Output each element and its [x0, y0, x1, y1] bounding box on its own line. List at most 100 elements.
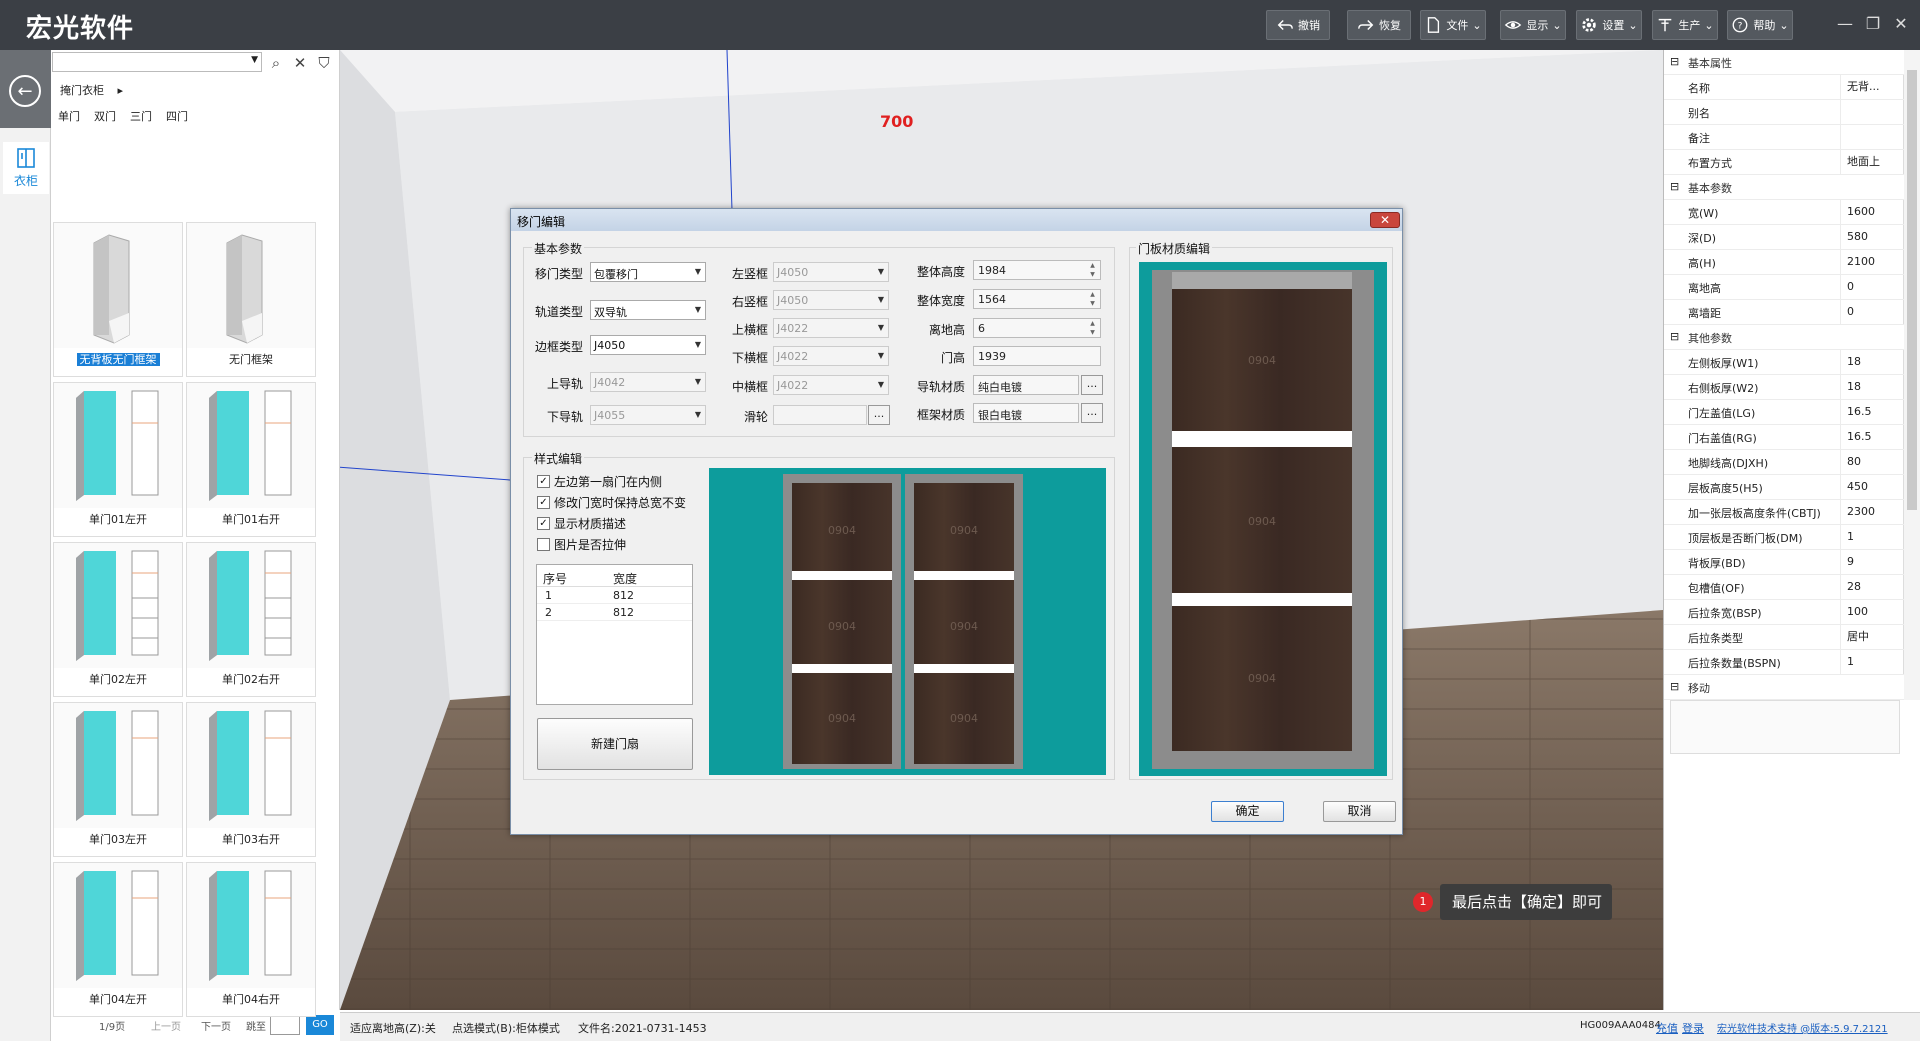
property-value[interactable]: 居中	[1840, 625, 1904, 649]
status-select-mode[interactable]: 点选模式(B):柜体模式	[452, 1020, 560, 1036]
property-value[interactable]: 2300	[1840, 500, 1904, 524]
go-button[interactable]: GO	[306, 1015, 334, 1035]
property-row[interactable]: 地脚线高(DJXH) 80	[1664, 450, 1904, 475]
tab-triple-door[interactable]: 三门	[130, 108, 152, 124]
spin-up-icon[interactable]: ▲	[1087, 320, 1098, 328]
property-row[interactable]: 左侧板厚(W1) 18	[1664, 350, 1904, 375]
product-card[interactable]: 单门01左开	[53, 382, 183, 537]
field-combo[interactable]: J4050 ▼	[773, 262, 889, 282]
scrollbar-thumb[interactable]	[1907, 70, 1917, 510]
property-value[interactable]: 地面上	[1840, 150, 1904, 174]
undo-button[interactable]: 撤销	[1266, 10, 1330, 40]
help-menu-button[interactable]: ? 帮助 ⌄	[1727, 10, 1793, 40]
pulley-field[interactable]	[773, 405, 867, 425]
field-spinner[interactable]: 6 ▲ ▼	[973, 318, 1101, 338]
property-value[interactable]: 18	[1840, 375, 1904, 399]
minimize-button[interactable]: —	[1830, 10, 1860, 36]
spin-down-icon[interactable]: ▼	[1087, 329, 1098, 337]
spin-up-icon[interactable]: ▲	[1087, 291, 1098, 299]
property-value[interactable]: 1600	[1840, 200, 1904, 224]
status-height-mode[interactable]: 适应离地高(Z):关	[350, 1020, 436, 1036]
property-value[interactable]: 580	[1840, 225, 1904, 249]
product-card[interactable]: 单门03左开	[53, 702, 183, 857]
field-spinner[interactable]: 1564 ▲ ▼	[973, 289, 1101, 309]
property-value[interactable]: 2100	[1840, 250, 1904, 274]
property-group[interactable]: ⊟ 其他参数	[1664, 325, 1904, 350]
property-value[interactable]: 100	[1840, 600, 1904, 624]
support-link[interactable]: 宏光软件技术支持 @版本:5.9.7.2121	[1717, 1020, 1888, 1035]
property-row[interactable]: 层板高度5(H5) 450	[1664, 475, 1904, 500]
file-menu-button[interactable]: 文件 ⌄	[1420, 10, 1486, 40]
display-menu-button[interactable]: 显示 ⌄	[1500, 10, 1566, 40]
property-row[interactable]: 背板厚(BD) 9	[1664, 550, 1904, 575]
checkbox-box[interactable]: ✓	[537, 517, 550, 530]
style-checkbox[interactable]: ✓ 显示材质描述	[537, 515, 626, 532]
maximize-button[interactable]: ❐	[1858, 10, 1888, 36]
clear-icon[interactable]: ✕	[290, 53, 310, 73]
dialog-close-button[interactable]: ✕	[1370, 212, 1400, 228]
property-row[interactable]: 包槽值(OF) 28	[1664, 575, 1904, 600]
property-value[interactable]: 0	[1840, 275, 1904, 299]
production-menu-button[interactable]: 生产 ⌄	[1652, 10, 1718, 40]
property-group[interactable]: ⊟ 基本参数	[1664, 175, 1904, 200]
product-card[interactable]: 单门02右开	[186, 542, 316, 697]
property-row[interactable]: 后拉条数量(BSPN) 1	[1664, 650, 1904, 675]
breadcrumb[interactable]: 掩门衣柜 ▸	[60, 82, 123, 98]
login-link[interactable]: 登录	[1682, 1020, 1704, 1036]
checkbox-box[interactable]	[537, 538, 550, 551]
property-value[interactable]: 1	[1840, 525, 1904, 549]
filter-icon[interactable]: ⛉	[314, 53, 334, 73]
property-row[interactable]: 右侧板厚(W2) 18	[1664, 375, 1904, 400]
property-row[interactable]: 后拉条宽(BSP) 100	[1664, 600, 1904, 625]
property-row[interactable]: 布置方式 地面上	[1664, 150, 1904, 175]
field-combo[interactable]: 包覆移门 ▼	[590, 262, 706, 282]
search-input[interactable]: ▼	[52, 52, 262, 72]
nav-item-wardrobe[interactable]: 衣柜	[3, 142, 49, 194]
tab-double-door[interactable]: 双门	[94, 108, 116, 124]
properties-scrollbar[interactable]	[1903, 50, 1920, 700]
material-browse-button[interactable]: ...	[1081, 403, 1103, 423]
property-row[interactable]: 别名	[1664, 100, 1904, 125]
tab-single-door[interactable]: 单门	[58, 108, 80, 124]
collapse-icon[interactable]: ⊟	[1670, 55, 1679, 68]
tab-quad-door[interactable]: 四门	[166, 108, 188, 124]
property-row[interactable]: 名称 无背...	[1664, 75, 1904, 100]
property-value[interactable]: 1	[1840, 650, 1904, 674]
close-window-button[interactable]: ✕	[1886, 10, 1916, 36]
product-card[interactable]: 单门04左开	[53, 862, 183, 1017]
property-row[interactable]: 顶层板是否断门板(DM) 1	[1664, 525, 1904, 550]
field-combo[interactable]: J4022 ▼	[773, 375, 889, 395]
pulley-browse-button[interactable]: ...	[868, 405, 890, 425]
property-value[interactable]: 16.5	[1840, 425, 1904, 449]
style-checkbox[interactable]: ✓ 修改门宽时保持总宽不变	[537, 494, 686, 511]
property-group[interactable]: ⊟ 移动	[1664, 675, 1904, 700]
product-card[interactable]: 无门框架	[186, 222, 316, 377]
property-value[interactable]: 16.5	[1840, 400, 1904, 424]
property-row[interactable]: 离墙距 0	[1664, 300, 1904, 325]
property-value[interactable]: 18	[1840, 350, 1904, 374]
spin-down-icon[interactable]: ▼	[1087, 300, 1098, 308]
ok-button[interactable]: 确定	[1211, 801, 1284, 822]
property-value[interactable]	[1840, 125, 1904, 149]
style-checkbox[interactable]: 图片是否拉伸	[537, 536, 626, 553]
new-door-button[interactable]: 新建门扇	[537, 718, 693, 770]
prev-page-link[interactable]: 上一页	[151, 1018, 181, 1033]
field-combo[interactable]: J4055 ▼	[590, 405, 706, 425]
material-browse-button[interactable]: ...	[1081, 375, 1103, 395]
table-row[interactable]: 1 812	[537, 587, 692, 604]
spin-up-icon[interactable]: ▲	[1087, 262, 1098, 270]
product-card[interactable]: 无背板无门框架	[53, 222, 183, 377]
field-combo[interactable]: J4050 ▼	[590, 335, 706, 355]
page-jump-input[interactable]	[270, 1015, 300, 1035]
property-value[interactable]: 28	[1840, 575, 1904, 599]
field-combo[interactable]: J4022 ▼	[773, 318, 889, 338]
spin-down-icon[interactable]: ▼	[1087, 271, 1098, 279]
search-icon[interactable]: ⌕	[266, 53, 286, 73]
material-field[interactable]: 纯白电镀	[973, 375, 1079, 395]
collapse-icon[interactable]: ⊟	[1670, 330, 1679, 343]
settings-menu-button[interactable]: 设置 ⌄	[1576, 10, 1642, 40]
product-card[interactable]: 单门04右开	[186, 862, 316, 1017]
table-row[interactable]: 2 812	[537, 604, 692, 621]
property-value[interactable]: 0	[1840, 300, 1904, 324]
field-combo[interactable]: J4050 ▼	[773, 290, 889, 310]
